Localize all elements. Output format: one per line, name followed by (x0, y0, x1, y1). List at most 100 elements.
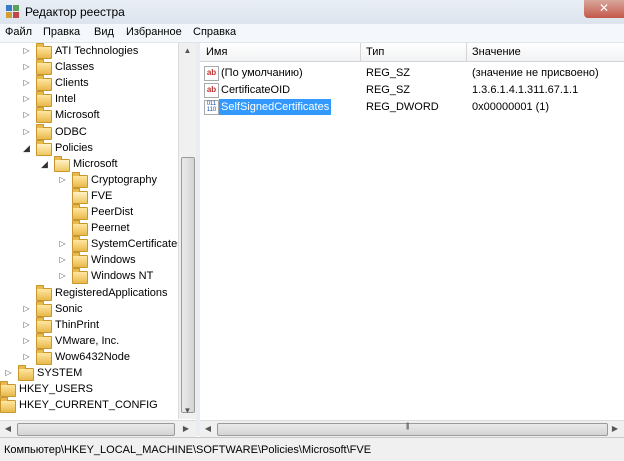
folder-icon (36, 43, 52, 59)
value-type: REG_SZ (366, 67, 411, 79)
tree-node[interactable]: ▷ Clients (0, 75, 180, 92)
tree-node[interactable]: HKEY_CURRENT_CONFIG (0, 397, 180, 414)
scroll-left-icon[interactable]: ◀ (0, 421, 16, 437)
tree-node[interactable]: ▷ ATI Technologies (0, 43, 180, 59)
tree-node[interactable]: ▷ Windows NT (0, 268, 180, 285)
tree-node-label: VMware, Inc. (55, 334, 120, 347)
menu-file[interactable]: Файл (5, 26, 32, 38)
tree-node[interactable]: FVE (0, 187, 180, 204)
tree-node[interactable]: ◢ Microsoft (0, 155, 180, 172)
registry-tree[interactable]: ▷ ATI Technologies ▷ Classes ▷ Clients ▷ Intel ▷… (0, 43, 197, 436)
tree-node-label: Sonic (55, 302, 83, 315)
column-divider[interactable] (360, 43, 361, 61)
tree-node[interactable]: ▷ SystemCertificates (0, 236, 183, 253)
tree-hscroll-thumb[interactable] (17, 423, 175, 436)
tree-node-label: Microsoft (55, 109, 100, 122)
tree-node[interactable]: ▷ Microsoft (0, 107, 180, 124)
status-path: Компьютер\HKEY_LOCAL_MACHINE\SOFTWARE\Po… (4, 444, 372, 456)
folder-icon (36, 284, 52, 301)
tree-node[interactable]: ▷ Windows (0, 252, 180, 269)
expand-arrow-icon[interactable]: ▷ (22, 59, 31, 75)
tree-node-label: Microsoft (73, 157, 118, 170)
collapse-arrow-icon[interactable]: ◢ (22, 140, 31, 156)
expand-arrow-icon[interactable]: ▷ (22, 107, 31, 123)
folder-icon (72, 236, 88, 253)
folder-icon (72, 220, 88, 237)
list-header: Имя Тип Значение (200, 43, 624, 62)
scroll-right-icon[interactable]: ▶ (178, 421, 194, 437)
expand-arrow-icon[interactable]: ▷ (58, 268, 67, 284)
expand-arrow-icon[interactable]: ▷ (22, 317, 31, 333)
tree-node[interactable]: ▷ Cryptography (0, 171, 180, 188)
tree-node[interactable]: ▷ Intel (0, 91, 180, 108)
column-divider[interactable] (466, 43, 467, 61)
tree-horizontal-scrollbar[interactable]: ◀ ▶ (0, 420, 196, 437)
tree-node[interactable]: PeerDist (0, 204, 180, 220)
tree-node[interactable]: ◢ Policies (0, 139, 180, 156)
column-value[interactable]: Значение (472, 46, 521, 58)
folder-icon (36, 316, 52, 333)
folder-icon (0, 381, 16, 398)
menu-view[interactable]: Вид (94, 26, 114, 38)
expand-arrow-icon[interactable]: ▷ (22, 43, 31, 59)
tree-node-label: Intel (55, 93, 76, 106)
tree-node[interactable]: Peernet (0, 220, 180, 237)
scroll-right-icon[interactable]: ▶ (607, 421, 623, 437)
tree-node-label: SystemCertificates (91, 238, 183, 251)
menu-edit[interactable]: Правка (43, 26, 80, 38)
tree-node[interactable]: ▷ SYSTEM (0, 365, 180, 381)
tree-node[interactable]: RegisteredApplications (0, 284, 180, 301)
expand-arrow-icon[interactable]: ▷ (22, 75, 31, 91)
close-icon: ✕ (598, 1, 610, 15)
tree-node-label: HKEY_CURRENT_CONFIG (19, 399, 158, 412)
scroll-down-icon[interactable]: ▼ (179, 403, 196, 419)
tree-node[interactable]: ▷ Wow6432Node (0, 348, 180, 365)
folder-icon (72, 171, 88, 188)
value-row-selected[interactable]: 011 110 SelfSignedCertificates REG_DWORD… (200, 99, 624, 115)
value-data: 1.3.6.1.4.1.311.67.1.1 (472, 84, 579, 96)
value-row[interactable]: ab CertificateOID REG_SZ 1.3.6.1.4.1.311… (200, 82, 624, 98)
expand-arrow-icon[interactable]: ▷ (58, 172, 67, 188)
expand-arrow-icon[interactable]: ▷ (22, 124, 31, 140)
value-name: SelfSignedCertificates (219, 99, 332, 115)
scroll-up-icon[interactable]: ▲ (179, 43, 196, 59)
expand-arrow-icon[interactable]: ▷ (22, 301, 31, 317)
tree-node-label: FVE (91, 189, 113, 202)
value-data: (значение не присвоено) (472, 67, 599, 79)
expand-arrow-icon[interactable]: ▷ (58, 252, 67, 268)
tree-node[interactable]: ▷ ThinPrint (0, 316, 180, 333)
expand-arrow-icon[interactable]: ▷ (4, 365, 13, 381)
tree-node[interactable]: HKEY_USERS (0, 381, 180, 398)
values-list[interactable]: Имя Тип Значение ab (По умолчанию) REG_S… (200, 43, 624, 436)
folder-icon (72, 252, 88, 269)
status-bar: Компьютер\HKEY_LOCAL_MACHINE\SOFTWARE\Po… (0, 437, 624, 461)
tree-node[interactable]: ▷ ODBC (0, 123, 180, 140)
tree-vertical-scrollbar[interactable]: ▲ ▼ (178, 43, 196, 419)
list-horizontal-scrollbar[interactable]: ◀ ||| ▶ (200, 420, 624, 437)
folder-icon (36, 348, 52, 365)
value-row[interactable]: ab (По умолчанию) REG_SZ (значение не пр… (200, 65, 624, 81)
tree-node[interactable]: ▷ Sonic (0, 300, 180, 317)
close-button[interactable]: ✕ (584, 0, 624, 18)
collapse-arrow-icon[interactable]: ◢ (40, 156, 49, 172)
list-hscroll-thumb[interactable] (217, 423, 608, 436)
menu-favorites[interactable]: Избранное (126, 26, 182, 38)
expand-arrow-icon[interactable]: ▷ (22, 91, 31, 107)
expand-arrow-icon[interactable]: ▷ (22, 349, 31, 365)
menu-help[interactable]: Справка (193, 26, 236, 38)
window-title: Редактор реестра (25, 5, 125, 19)
folder-icon (0, 397, 16, 414)
column-name[interactable]: Имя (206, 46, 227, 58)
tree-node[interactable]: ▷ VMware, Inc. (0, 332, 180, 349)
expand-arrow-icon[interactable]: ▷ (58, 236, 67, 252)
tree-node-label: SYSTEM (37, 367, 83, 379)
column-type[interactable]: Тип (366, 46, 384, 58)
tree-node-label: Classes (55, 61, 95, 74)
tree-node[interactable]: ▷ Classes (0, 59, 180, 76)
expand-arrow-icon[interactable]: ▷ (22, 333, 31, 349)
tree-scroll-thumb[interactable] (181, 157, 195, 413)
tree-node-label: Policies (55, 141, 93, 154)
scroll-left-icon[interactable]: ◀ (200, 421, 216, 437)
tree-node-label: Wow6432Node (55, 350, 131, 363)
folder-icon (18, 365, 34, 381)
